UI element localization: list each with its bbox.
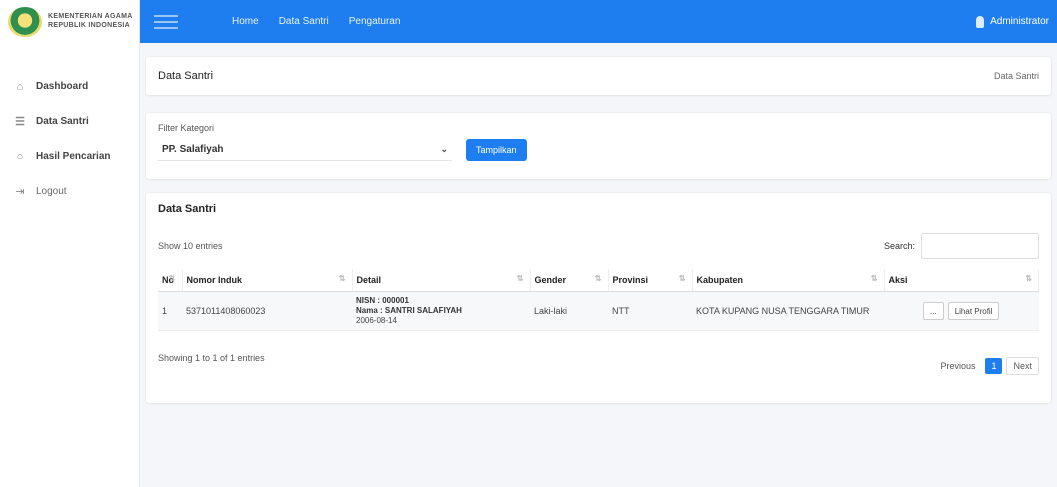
chevron-down-icon: ⌄ (440, 144, 448, 154)
cell-gender: Laki-laki (530, 291, 608, 331)
more-button[interactable]: ... (923, 302, 944, 320)
topbar: Home Data Santri Pengaturan Administrato… (140, 0, 1057, 43)
sidebar-item-hasil-pencarian[interactable]: ○ Hasil Pencarian (0, 143, 139, 170)
col-header-kabupaten[interactable]: Kabupaten ⇅ (692, 269, 885, 292)
sort-icon: ⇅ (870, 274, 878, 283)
user-menu[interactable]: Administrator (976, 15, 1049, 28)
cell-nomor-induk: 5371011408060023 (182, 291, 352, 331)
sidebar-item-label: Dashboard (36, 81, 89, 92)
sidebar-item-label: Data Santri (36, 116, 89, 127)
category-select-value: PP. Salafiyah (162, 144, 224, 155)
col-header-nomor-induk[interactable]: Nomor Induk ⇅ (182, 269, 353, 292)
search-input[interactable] (921, 233, 1039, 259)
sidebar-item-logout[interactable]: ⇥ Logout (0, 178, 139, 205)
filter-card: Filter Kategori PP. Salafiyah ⌄ Tampilka… (146, 113, 1051, 179)
sort-icon: ⇅ (168, 274, 176, 283)
table-card: Data Santri Show 10 entries Search: No ⇅ … (146, 193, 1051, 403)
sidebar-item-label: Logout (36, 186, 67, 197)
table-search: Search: (884, 233, 1039, 259)
show-button[interactable]: Tampilkan (466, 139, 527, 161)
col-header-aksi[interactable]: Aksi ⇅ (884, 269, 1039, 292)
sidebar-item-label: Hasil Pencarian (36, 151, 111, 162)
user-icon (976, 15, 985, 28)
brand-line1: KEMENTERIAN AGAMA (48, 13, 133, 21)
data-table: No ⇅ Nomor Induk ⇅ Detail ⇅ Gender ⇅ Provins… (158, 269, 1039, 331)
sort-icon: ⇅ (338, 274, 346, 283)
pagination-previous[interactable]: Previous (934, 358, 981, 374)
show-entries-select[interactable]: Show 10 entries (158, 241, 223, 251)
menu-toggle-icon[interactable] (154, 14, 178, 29)
page-title: Data Santri (158, 70, 214, 82)
brand-line2: REPUBLIK INDONESIA (48, 21, 131, 29)
brand[interactable]: KEMENTERIAN AGAMA REPUBLIK INDONESIA (0, 0, 139, 43)
logout-icon: ⇥ (15, 186, 25, 198)
breadcrumb[interactable]: Data Santri (994, 71, 1039, 81)
sidebar-item-data-santri[interactable]: ☰ Data Santri (0, 108, 139, 135)
table-row: 1 5371011408060023 NISN : 000001 Nama : … (158, 291, 1039, 331)
col-header-provinsi[interactable]: Provinsi ⇅ (608, 269, 693, 292)
brand-text: KEMENTERIAN AGAMA REPUBLIK INDONESIA (48, 13, 133, 30)
nav-data-santri[interactable]: Data Santri (279, 16, 329, 27)
view-profile-button[interactable]: Lihat Profil (947, 302, 1000, 320)
detail-nama: Nama : SANTRI SALAFIYAH (356, 306, 462, 315)
table-section-title: Data Santri (158, 203, 217, 215)
pagination: Previous 1 Next (934, 357, 1039, 375)
list-icon: ☰ (15, 116, 25, 128)
cell-aksi: ... Lihat Profil (884, 291, 1039, 331)
table-header-row: No ⇅ Nomor Induk ⇅ Detail ⇅ Gender ⇅ Provins… (158, 269, 1039, 292)
ministry-logo (8, 6, 42, 37)
top-nav: Home Data Santri Pengaturan (232, 16, 400, 27)
user-name: Administrator (990, 16, 1049, 27)
nav-pengaturan[interactable]: Pengaturan (349, 16, 401, 27)
page-header-card: Data Santri Data Santri (146, 57, 1051, 95)
sidebar-menu: ⌂ Dashboard ☰ Data Santri ○ Hasil Pencar… (0, 73, 139, 205)
category-select[interactable]: PP. Salafiyah ⌄ (158, 139, 452, 161)
detail-tanggal: 2006-08-14 (356, 316, 397, 325)
sort-icon: ⇅ (1025, 274, 1032, 283)
sidebar-item-dashboard[interactable]: ⌂ Dashboard (0, 73, 139, 100)
col-header-gender[interactable]: Gender ⇅ (530, 269, 609, 292)
home-icon: ⌂ (16, 80, 24, 93)
cell-detail: NISN : 000001 Nama : SANTRI SALAFIYAH 20… (352, 291, 530, 331)
search-label: Search: (883, 241, 915, 251)
cell-provinsi: NTT (608, 291, 692, 331)
pagination-page-1[interactable]: 1 (985, 358, 1003, 374)
cell-no: 1 (158, 291, 182, 331)
sort-icon: ⇅ (594, 274, 602, 283)
sort-icon: ⇅ (678, 274, 686, 283)
sort-icon: ⇅ (516, 274, 524, 283)
table-info: Showing 1 to 1 of 1 entries (158, 353, 265, 363)
sidebar: KEMENTERIAN AGAMA REPUBLIK INDONESIA ⌂ D… (0, 0, 140, 487)
cell-kabupaten: KOTA KUPANG NUSA TENGGARA TIMUR (692, 291, 884, 331)
col-header-no[interactable]: No ⇅ (158, 269, 183, 292)
detail-nisn: NISN : 000001 (356, 296, 409, 305)
main-content: Data Santri Data Santri Filter Kategori … (140, 43, 1057, 487)
search-icon: ○ (16, 150, 24, 163)
pagination-next[interactable]: Next (1006, 357, 1039, 375)
nav-home[interactable]: Home (232, 16, 259, 27)
filter-label: Filter Kategori (158, 123, 215, 133)
col-header-detail[interactable]: Detail ⇅ (352, 269, 531, 292)
